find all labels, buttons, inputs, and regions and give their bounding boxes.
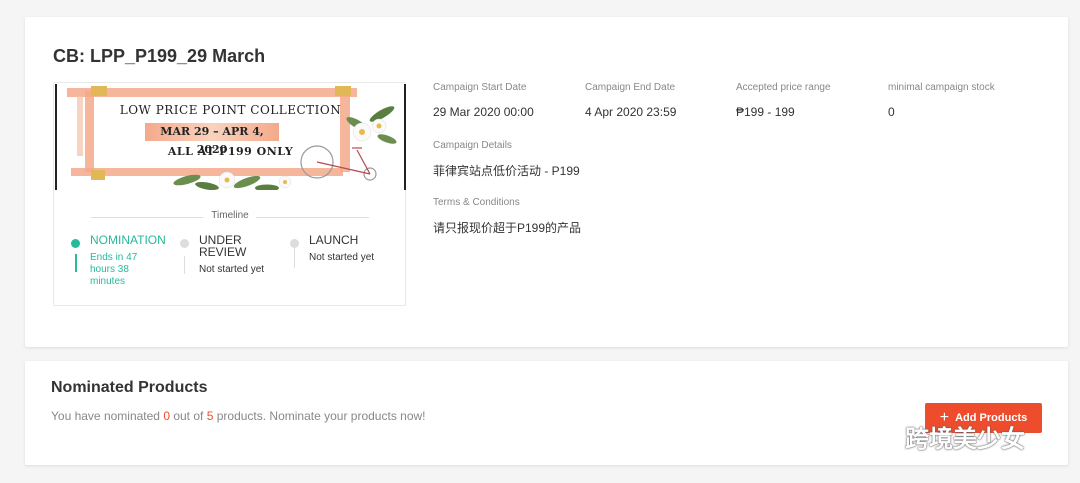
price-range-value: ₱199 - 199 — [736, 105, 795, 119]
step-title: UNDER REVIEW — [199, 233, 247, 259]
gold-corner-bl — [91, 170, 105, 180]
end-date-value: 4 Apr 2020 23:59 — [585, 105, 677, 119]
step-title: NOMINATION — [90, 233, 166, 247]
desc-suffix: products. Nominate your products now! — [213, 409, 426, 423]
watermark: 跨境美少女 — [855, 418, 1025, 454]
campaign-title: CB: LPP_P199_29 March — [53, 46, 266, 66]
campaign-card: CB: LPP_P199_29 March LOW PRICE POINT CO… — [25, 17, 1068, 347]
timeline-header: Timeline — [91, 210, 369, 224]
banner-price-note: ALL AT P199 ONLY — [167, 145, 294, 158]
nominated-count: 0 — [163, 409, 170, 423]
campaign-banner-image: LOW PRICE POINT COLLECTION MAR 29 – APR … — [55, 84, 406, 190]
step-status: Not started yet — [309, 252, 375, 263]
watermark-text: 跨境美少女 — [905, 425, 1025, 453]
timeline-label: Timeline — [203, 210, 257, 221]
brush-stroke-top — [67, 88, 357, 97]
gold-corner-tr — [335, 86, 351, 96]
nominated-products-description: You have nominated 0 out of 5 products. … — [51, 409, 426, 423]
end-date-label: Campaign End Date — [585, 82, 676, 93]
step-dot-icon — [180, 239, 189, 248]
desc-mid: out of — [170, 409, 207, 423]
step-progress-bar — [75, 254, 77, 272]
banner-headline: LOW PRICE POINT COLLECTION — [119, 103, 342, 117]
step-countdown: Ends in 47 hours 38 minutes — [90, 252, 138, 287]
campaign-details-label: Campaign Details — [433, 140, 512, 151]
start-date-value: 29 Mar 2020 00:00 — [433, 105, 534, 119]
price-range-label: Accepted price range — [736, 82, 831, 93]
wechat-icon — [856, 421, 897, 450]
desc-prefix: You have nominated — [51, 409, 164, 423]
terms-label: Terms & Conditions — [433, 197, 520, 208]
step-divider — [294, 246, 295, 268]
terms-value: 请只报现价超于P199的产品 — [433, 221, 582, 235]
campaign-banner-panel: LOW PRICE POINT COLLECTION MAR 29 – APR … — [53, 82, 406, 306]
campaign-details-value: 菲律宾站点低价活动 - P199 — [433, 164, 580, 178]
min-stock-label: minimal campaign stock — [888, 82, 995, 93]
banner-dates: MAR 29 – APR 4, 2020 — [145, 123, 279, 156]
gold-corner-tl — [91, 86, 107, 96]
step-status: Not started yet — [199, 264, 265, 275]
nominated-products-title: Nominated Products — [51, 379, 208, 396]
min-stock-value: 0 — [888, 105, 895, 119]
step-active-dot-icon — [71, 239, 80, 248]
step-divider — [184, 256, 185, 274]
start-date-label: Campaign Start Date — [433, 82, 527, 93]
brush-stroke-right — [340, 86, 350, 172]
step-title: LAUNCH — [309, 233, 359, 247]
